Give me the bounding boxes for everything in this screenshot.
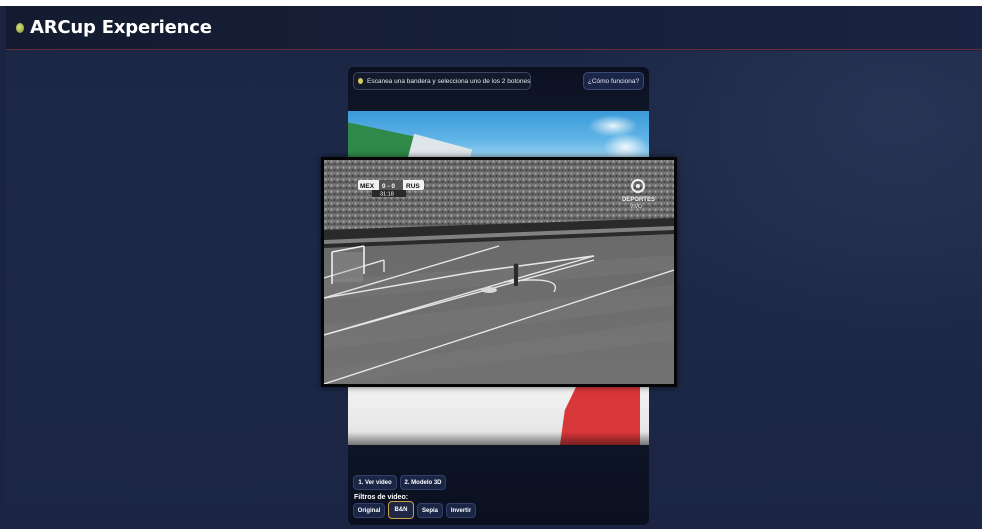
logo-dot-icon	[16, 22, 24, 33]
filter-sepia-button[interactable]: Sepia	[417, 503, 443, 518]
app-header: ARCup Experience	[6, 6, 982, 50]
scan-hint-text: Escanea una bandera y selecciona uno de …	[367, 77, 531, 85]
filter-bw-button[interactable]: B&N	[388, 501, 414, 519]
player	[481, 287, 497, 293]
player	[514, 268, 518, 286]
view-video-button[interactable]: 1. Ver video	[353, 475, 397, 490]
broadcaster-sub: VIVO	[630, 204, 642, 210]
broadcaster-name: DEPORTES	[622, 197, 655, 203]
video-overlay[interactable]: MEX 0 - 0 RUS 31:18 DEPORTES VIVO	[321, 157, 677, 387]
camera-feed-top	[348, 111, 649, 161]
app-title: ARCup Experience	[30, 17, 212, 38]
score-away: RUS	[406, 183, 420, 190]
how-it-works-button[interactable]: ¿Cómo funciona?	[583, 72, 644, 90]
model-3d-button[interactable]: 2. Modelo 3D	[400, 475, 446, 490]
match-clock: 31:18	[380, 192, 394, 198]
video-frame: MEX 0 - 0 RUS 31:18 DEPORTES VIVO	[324, 160, 674, 384]
camera-shadow	[348, 432, 649, 445]
filter-original-button[interactable]: Original	[353, 503, 385, 518]
scan-hint: Escanea una bandera y selecciona uno de …	[353, 72, 531, 90]
lightbulb-icon	[358, 78, 363, 84]
camera-feed-bottom	[348, 387, 649, 445]
score-value: 0 - 0	[382, 183, 395, 190]
score-home: MEX	[360, 183, 375, 190]
filters-label: Filtros de video:	[354, 494, 409, 501]
filter-invert-button[interactable]: Invertir	[446, 503, 476, 518]
